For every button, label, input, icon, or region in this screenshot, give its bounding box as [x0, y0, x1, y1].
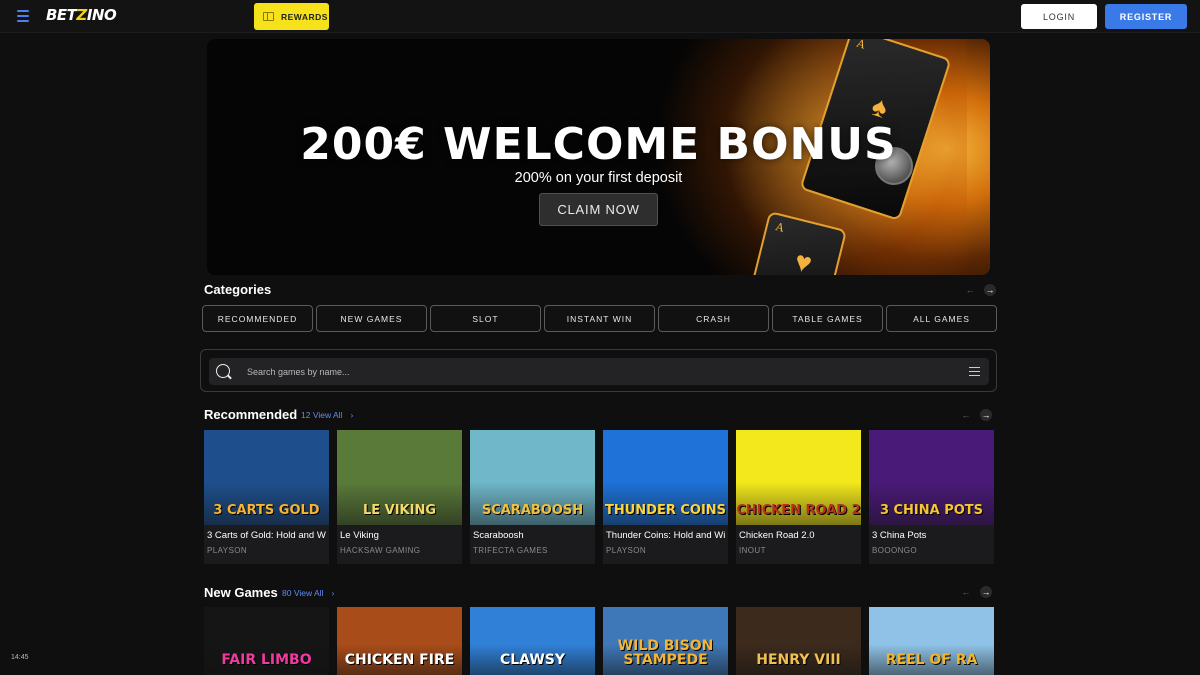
game-provider: INOUT [739, 546, 766, 555]
game-card[interactable]: CLAWSY [470, 607, 595, 675]
game-name: 3 China Pots [872, 530, 927, 541]
category-slot[interactable]: SLOT [430, 305, 541, 332]
recommended-carousel-arrows: ← → [960, 409, 992, 421]
gift-icon [263, 12, 274, 21]
new-games-title: New Games [204, 585, 278, 600]
game-thumbnail: 3 CHINA POTS [869, 430, 994, 525]
game-card[interactable]: THUNDER COINS Thunder Coins: Hold and Wi… [603, 430, 728, 564]
banner-subtitle: 200% on your first deposit [514, 170, 683, 186]
game-art-label: SCARABOOSH [481, 503, 584, 518]
game-thumbnail: 3 CARTS GOLD [204, 430, 329, 525]
game-thumbnail: REEL OF RA [869, 607, 994, 675]
game-thumbnail: FAIR LIMBO [204, 607, 329, 675]
game-provider: BOOONGO [872, 546, 918, 555]
search-icon[interactable] [216, 364, 230, 378]
game-art-label: HENRY VIII [756, 652, 841, 668]
game-thumbnail: THUNDER COINS [603, 430, 728, 525]
game-art-label: THUNDER COINS [604, 503, 727, 518]
game-provider: PLAYSON [606, 546, 646, 555]
game-art-label: REEL OF RA [885, 652, 978, 668]
chevron-right-icon: › [350, 410, 354, 420]
game-thumbnail: WILD BISON STAMPEDE [603, 607, 728, 675]
game-art-label: 3 CHINA POTS [879, 503, 984, 518]
game-thumbnail: CLAWSY [470, 607, 595, 675]
new-games-row: FAIR LIMBO CHICKEN FIRE CLAWSY WILD BISO… [204, 607, 994, 675]
register-button[interactable]: REGISTER [1105, 4, 1187, 29]
site-logo[interactable]: BETZINO [46, 6, 117, 24]
arrow-left-icon[interactable]: ← [964, 284, 976, 296]
claim-now-button[interactable]: CLAIM NOW [539, 193, 658, 226]
game-card[interactable]: FAIR LIMBO [204, 607, 329, 675]
search-panel [200, 349, 997, 392]
game-art-label: FAIR LIMBO [221, 652, 312, 668]
clock-time: 14:45 [11, 654, 29, 661]
arrow-right-icon[interactable]: → [984, 284, 996, 296]
hamburger-menu-icon[interactable] [12, 6, 34, 26]
game-thumbnail: LE VIKING [337, 430, 462, 525]
recommended-view-all-link[interactable]: 12 View All › [301, 410, 353, 420]
game-name: Scaraboosh [473, 530, 524, 541]
game-thumbnail: CHICKEN FIRE [337, 607, 462, 675]
arrow-right-icon[interactable]: → [980, 586, 992, 598]
welcome-bonus-banner[interactable]: A ♠ A ♥ 200€ WELCOME BONUS 200% on your fi… [207, 39, 990, 275]
arrow-right-icon[interactable]: → [980, 409, 992, 421]
game-thumbnail: SCARABOOSH [470, 430, 595, 525]
game-thumbnail: CHICKEN ROAD 2 [736, 430, 861, 525]
game-card[interactable]: WILD BISON STAMPEDE [603, 607, 728, 675]
game-thumbnail: HENRY VIII [736, 607, 861, 675]
game-card[interactable]: CHICKEN ROAD 2 Chicken Road 2.0 INOUT [736, 430, 861, 564]
rewards-label: REWARDS [281, 11, 328, 22]
category-all-games[interactable]: ALL GAMES [886, 305, 997, 332]
search-input[interactable] [247, 364, 947, 379]
game-card[interactable]: SCARABOOSH Scaraboosh TRIFECTA GAMES [470, 430, 595, 564]
game-card[interactable]: HENRY VIII [736, 607, 861, 675]
filter-sliders-icon[interactable] [969, 366, 980, 377]
game-provider: HACKSAW GAMING [340, 546, 421, 555]
game-provider: PLAYSON [207, 546, 247, 555]
recommended-title: Recommended [204, 407, 298, 422]
search-bar [209, 358, 989, 385]
game-card[interactable]: CHICKEN FIRE [337, 607, 462, 675]
top-bar: BETZINO REWARDS LOGIN REGISTER [0, 0, 1200, 33]
new-games-view-all-link[interactable]: 80 View All › [282, 588, 334, 598]
game-card[interactable]: LE VIKING Le Viking HACKSAW GAMING [337, 430, 462, 564]
game-art-label: WILD BISON STAMPEDE [617, 638, 714, 668]
game-name: 3 Carts of Gold: Hold and Win [207, 530, 326, 541]
recommended-games-row: 3 CARTS GOLD 3 Carts of Gold: Hold and W… [204, 430, 994, 564]
arrow-left-icon[interactable]: ← [960, 409, 972, 421]
game-card[interactable]: 3 CHINA POTS 3 China Pots BOOONGO [869, 430, 994, 564]
rewards-button[interactable]: REWARDS [254, 3, 329, 30]
categories-carousel-arrows: ← → [964, 284, 996, 296]
banner-title: 200€ WELCOME BONUS [300, 119, 897, 170]
game-card[interactable]: REEL OF RA [869, 607, 994, 675]
category-crash[interactable]: CRASH [658, 305, 769, 332]
game-provider: TRIFECTA GAMES [473, 546, 548, 555]
chevron-right-icon: › [331, 588, 335, 598]
new-games-carousel-arrows: ← → [960, 586, 992, 598]
game-name: Thunder Coins: Hold and Win [606, 530, 725, 541]
game-name: Le Viking [340, 530, 379, 541]
login-button[interactable]: LOGIN [1021, 4, 1097, 29]
category-recommended[interactable]: RECOMMENDED [202, 305, 313, 332]
arrow-left-icon[interactable]: ← [960, 586, 972, 598]
category-table-games[interactable]: TABLE GAMES [772, 305, 883, 332]
game-art-label: CHICKEN ROAD 2 [736, 503, 861, 518]
game-art-label: CHICKEN FIRE [344, 652, 455, 668]
category-tabs: RECOMMENDED NEW GAMES SLOT INSTANT WIN C… [202, 305, 997, 332]
game-art-label: CLAWSY [499, 652, 566, 668]
category-new-games[interactable]: NEW GAMES [316, 305, 427, 332]
category-instant-win[interactable]: INSTANT WIN [544, 305, 655, 332]
game-art-label: 3 CARTS GOLD [213, 503, 320, 518]
game-card[interactable]: 3 CARTS GOLD 3 Carts of Gold: Hold and W… [204, 430, 329, 564]
categories-title: Categories [204, 282, 272, 297]
game-name: Chicken Road 2.0 [739, 530, 815, 541]
game-art-label: LE VIKING [362, 503, 437, 518]
